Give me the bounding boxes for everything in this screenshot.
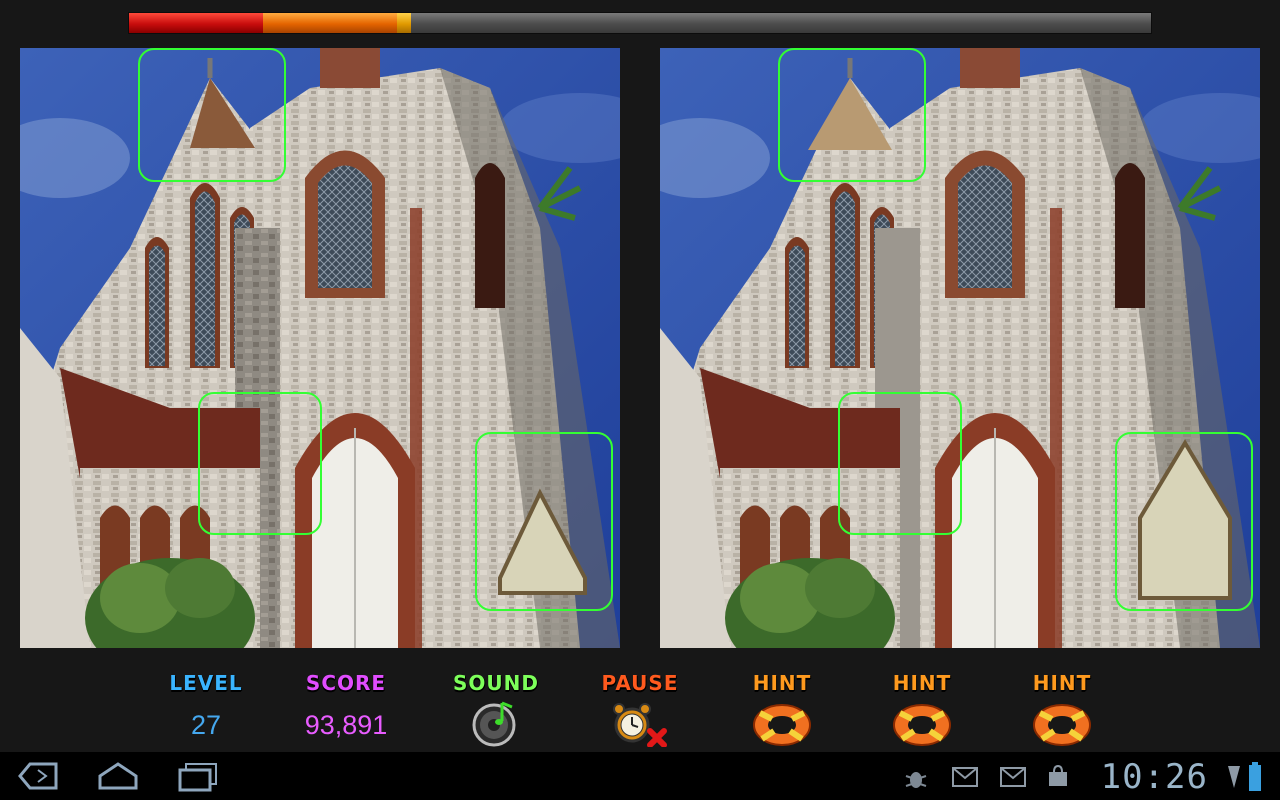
signal-icon [1228, 766, 1240, 788]
timer-segment-orange [263, 13, 398, 33]
score-value: 93,891 [304, 710, 388, 740]
hint-label: HINT [892, 671, 952, 695]
sound-toggle[interactable]: SOUND [426, 670, 566, 747]
original-photo[interactable] [20, 48, 620, 648]
found-difference-marker [1115, 432, 1253, 611]
found-difference-marker [838, 392, 962, 535]
life-ring-icon[interactable] [1030, 699, 1094, 747]
pause-button[interactable]: PAUSE [570, 670, 710, 747]
altered-photo[interactable] [660, 48, 1260, 648]
status-clock: 10:26 [1100, 757, 1208, 797]
time-remaining-bar [128, 12, 1152, 34]
level-value: 27 [190, 710, 222, 740]
pause-label: PAUSE [601, 671, 679, 695]
level-display: LEVEL 27 [136, 670, 276, 741]
hint-label: HINT [1032, 671, 1092, 695]
hint-button[interactable]: HINT [992, 670, 1132, 747]
gmail-icon [1000, 767, 1026, 787]
found-difference-marker [138, 48, 286, 182]
hint-button[interactable]: HINT [852, 670, 992, 747]
recent-apps-icon[interactable] [176, 760, 220, 792]
back-icon[interactable] [16, 760, 60, 792]
found-difference-marker [778, 48, 926, 182]
time-remaining-fill [129, 13, 666, 33]
life-ring-icon[interactable] [890, 699, 954, 747]
home-icon[interactable] [96, 760, 140, 792]
alarm-clock-icon[interactable] [608, 699, 672, 747]
speaker-music-note-icon[interactable] [472, 699, 520, 747]
found-difference-marker [198, 392, 322, 535]
score-display: SCORE 93,891 [276, 670, 416, 741]
timer-segment-red [129, 13, 264, 33]
life-ring-icon[interactable] [750, 699, 814, 747]
gmail-icon [952, 767, 978, 787]
market-icon [1049, 764, 1067, 786]
timer-segment-yellow [397, 13, 411, 33]
found-difference-marker [475, 432, 613, 611]
battery-icon [1249, 762, 1261, 791]
system-bar: 10:26 [0, 752, 1280, 800]
sound-label: SOUND [453, 671, 539, 695]
score-label: SCORE [305, 671, 387, 695]
level-label: LEVEL [169, 671, 243, 695]
debug-icon [905, 772, 927, 788]
hint-label: HINT [752, 671, 812, 695]
hint-button[interactable]: HINT [712, 670, 852, 747]
